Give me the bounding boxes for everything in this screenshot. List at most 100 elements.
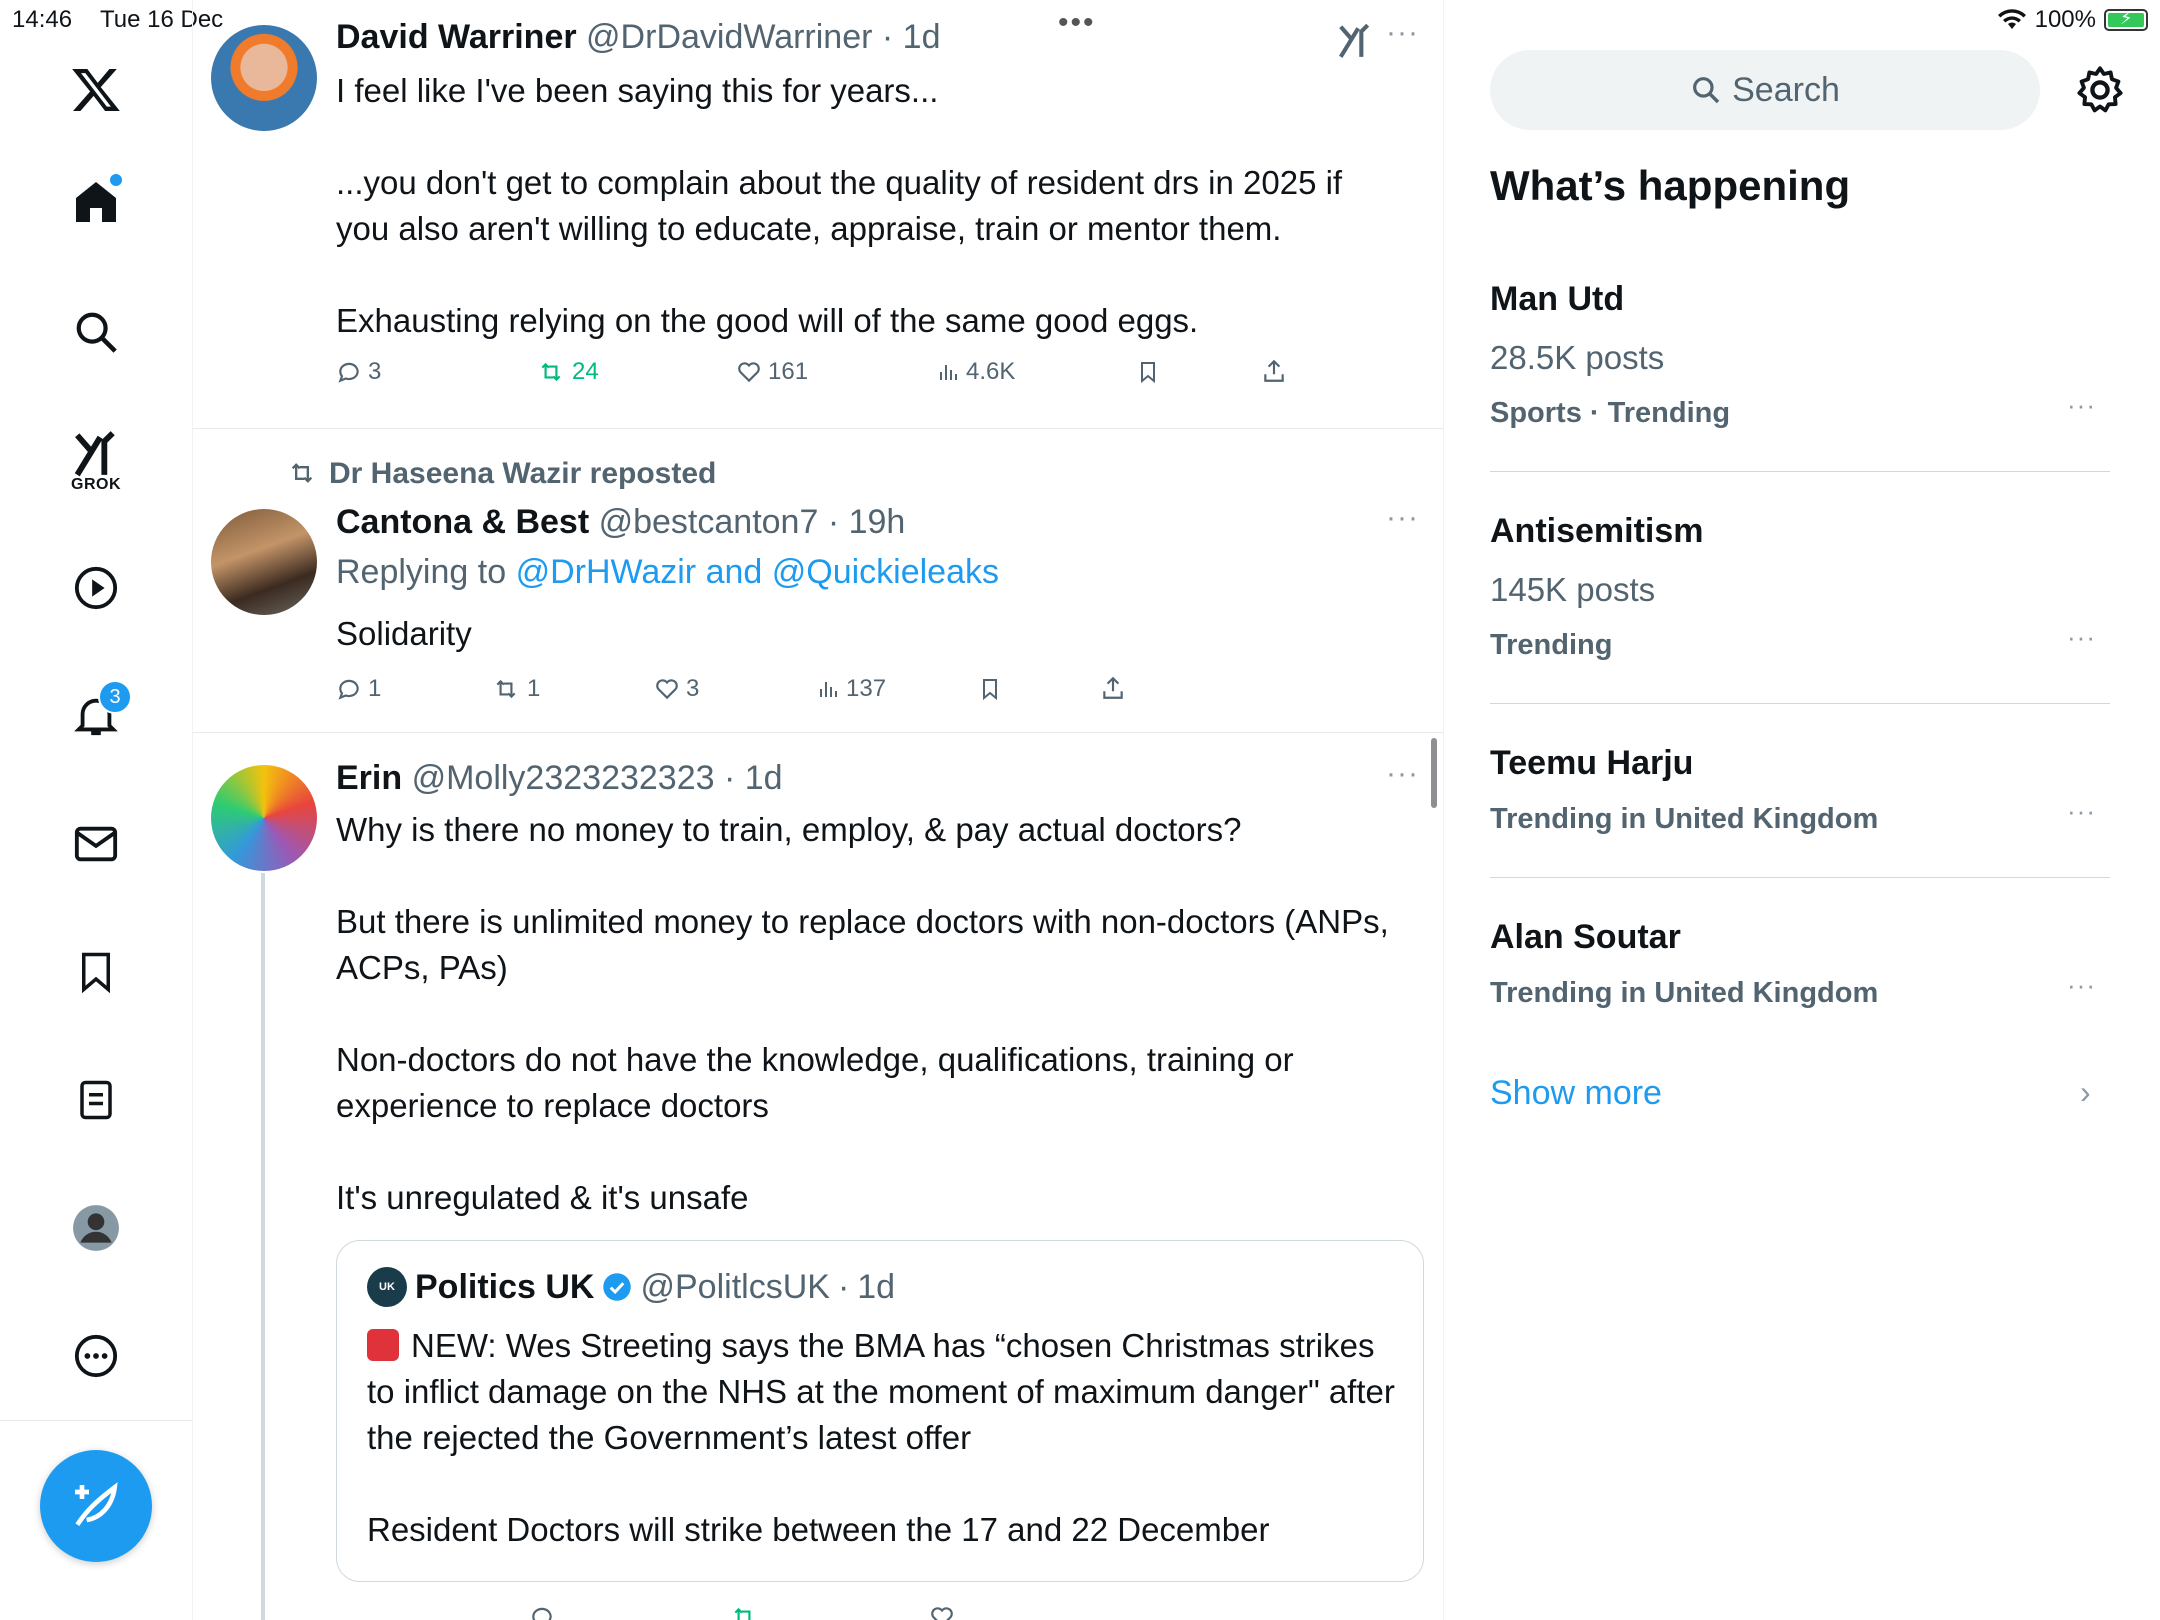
tweet-divider — [193, 428, 1443, 429]
trend-more-button[interactable]: ··· — [2067, 970, 2096, 1001]
trend-post-count: 145K posts — [1490, 571, 1656, 608]
like-button[interactable]: 3 — [654, 675, 699, 703]
trend-more-button[interactable]: ··· — [2067, 796, 2096, 827]
tweet-more-button[interactable]: ··· — [1386, 501, 1419, 535]
like-button[interactable] — [929, 1604, 955, 1620]
tweet-text: Why is there no money to train, employ, … — [336, 811, 1389, 1216]
bookmark-button[interactable] — [1136, 358, 1160, 386]
tweet-actions-partial — [529, 1604, 1443, 1620]
quote-time: 1d — [857, 1267, 896, 1306]
trend-name: Antisemitism — [1490, 512, 1704, 550]
trend-meta: Trending in United Kingdom — [1490, 803, 1879, 835]
repost-count: 1 — [527, 675, 541, 702]
replying-prefix: Replying to — [336, 553, 507, 591]
bookmark-icon — [983, 679, 997, 701]
scrollbar[interactable] — [1431, 738, 1437, 808]
timeline-feed: David Warriner @DrDavidWarriner · 1d ···… — [193, 0, 1444, 1620]
views-button[interactable]: 137 — [816, 675, 886, 703]
quote-avatar[interactable]: UK — [367, 1267, 407, 1307]
tweet-more-button[interactable]: ··· — [1386, 16, 1419, 50]
compose-post-button[interactable] — [40, 1450, 152, 1562]
author-name[interactable]: David Warriner — [336, 18, 577, 56]
whats-happening-title: What’s happening — [1490, 162, 1851, 209]
tweet-text: Solidarity — [336, 615, 472, 652]
trend-more-button[interactable]: ··· — [2067, 622, 2096, 653]
quote-author-name[interactable]: Politics UK — [415, 1268, 594, 1307]
bookmark-button[interactable] — [978, 675, 1002, 703]
views-count: 137 — [846, 675, 887, 702]
reply-count: 1 — [368, 675, 382, 702]
tweet-time: 1d — [902, 18, 941, 56]
repost-icon — [496, 679, 516, 699]
quote-header: UK Politics UK @PolitlcsUK · 1d — [367, 1267, 895, 1307]
reply-icon — [532, 1607, 552, 1620]
thread-line — [261, 873, 265, 1620]
repost-button[interactable] — [729, 1604, 759, 1620]
views-button[interactable]: 4.6K — [936, 358, 1015, 386]
trend-name: Teemu Harju — [1490, 744, 1694, 782]
profile-avatar-icon[interactable] — [66, 1198, 126, 1258]
trend-item[interactable]: Man Utd 28.5K posts Sports · Trending ··… — [1490, 280, 2110, 430]
home-icon[interactable] — [66, 172, 126, 232]
author-name[interactable]: Cantona & Best — [336, 503, 589, 541]
video-play-icon[interactable] — [66, 558, 126, 618]
quote-author-handle[interactable]: @PolitlcsUK — [640, 1268, 829, 1307]
views-chart-icon — [820, 682, 837, 697]
trend-divider — [1490, 877, 2110, 878]
avatar[interactable] — [211, 25, 317, 131]
like-button[interactable]: 161 — [736, 358, 808, 386]
more-options-icon[interactable] — [66, 1326, 126, 1386]
show-more-link[interactable]: Show more — [1490, 1074, 1662, 1113]
quoted-tweet-card[interactable]: UK Politics UK @PolitlcsUK · 1d NEW: Wes S… — [336, 1240, 1424, 1582]
replying-to-links[interactable]: @DrHWazir and @Quickieleaks — [516, 553, 999, 591]
trend-name: Man Utd — [1490, 280, 1625, 318]
heart-icon — [738, 362, 760, 383]
author-name[interactable]: Erin — [336, 759, 402, 797]
x-logo-icon[interactable] — [66, 60, 126, 120]
bookmarks-icon[interactable] — [66, 942, 126, 1002]
lists-icon[interactable] — [66, 1070, 126, 1130]
share-button[interactable] — [1261, 358, 1287, 384]
siren-emoji-icon — [367, 1329, 399, 1361]
trend-meta: Trending in United Kingdom — [1490, 977, 1879, 1009]
author-handle[interactable]: @Molly2323232323 — [412, 759, 715, 797]
messages-envelope-icon[interactable] — [66, 814, 126, 874]
trend-item[interactable]: Teemu Harju Trending in United Kingdom ·… — [1490, 744, 2110, 836]
grok-explain-icon[interactable] — [1336, 22, 1374, 60]
tweet-more-button[interactable]: ··· — [1386, 757, 1419, 791]
settings-gear-icon[interactable] — [2074, 64, 2126, 116]
repost-button[interactable]: 24 — [536, 358, 599, 386]
heart-icon — [931, 1607, 953, 1620]
share-button[interactable] — [1100, 675, 1126, 701]
avatar[interactable] — [211, 765, 317, 871]
search-icon — [1693, 77, 1720, 104]
notifications-bell-icon[interactable]: 3 — [66, 680, 132, 746]
grok-icon[interactable]: GROK — [66, 424, 126, 493]
author-handle[interactable]: @DrDavidWarriner — [586, 18, 872, 56]
trend-item[interactable]: Antisemitism 145K posts Trending ··· — [1490, 512, 2110, 662]
tweet-header: Erin @Molly2323232323 · 1d — [336, 759, 783, 797]
trend-meta: Trending — [1490, 629, 1613, 661]
trend-more-button[interactable]: ··· — [2067, 390, 2096, 421]
trend-item[interactable]: Alan Soutar Trending in United Kingdom ·… — [1490, 918, 2110, 1010]
avatar[interactable] — [211, 509, 317, 615]
chevron-right-icon[interactable]: › — [2080, 1074, 2091, 1111]
verified-badge-icon — [603, 1273, 632, 1301]
trend-divider — [1490, 471, 2110, 472]
tweet-text: I feel like I've been saying this for ye… — [336, 72, 1343, 339]
repost-icon — [541, 362, 561, 382]
bookmark-icon — [1141, 362, 1155, 384]
repost-icon — [734, 1607, 751, 1620]
repost-button[interactable]: 1 — [491, 675, 540, 703]
reply-button[interactable]: 1 — [336, 675, 381, 703]
quote-text-wrap: NEW: Wes Streeting says the BMA has “cho… — [367, 1323, 1397, 1553]
repost-small-icon — [291, 463, 313, 483]
reply-button[interactable]: 3 — [336, 358, 381, 386]
reply-button[interactable] — [529, 1604, 555, 1620]
tweet-actions: 3 24 161 4.6K — [336, 358, 1336, 398]
explore-search-icon[interactable] — [66, 302, 126, 362]
reposted-by-text[interactable]: Dr Haseena Wazir reposted — [329, 457, 716, 490]
search-input[interactable]: Search — [1490, 50, 2040, 130]
author-handle[interactable]: @bestcanton7 — [599, 503, 819, 541]
tweet-divider — [193, 732, 1443, 733]
